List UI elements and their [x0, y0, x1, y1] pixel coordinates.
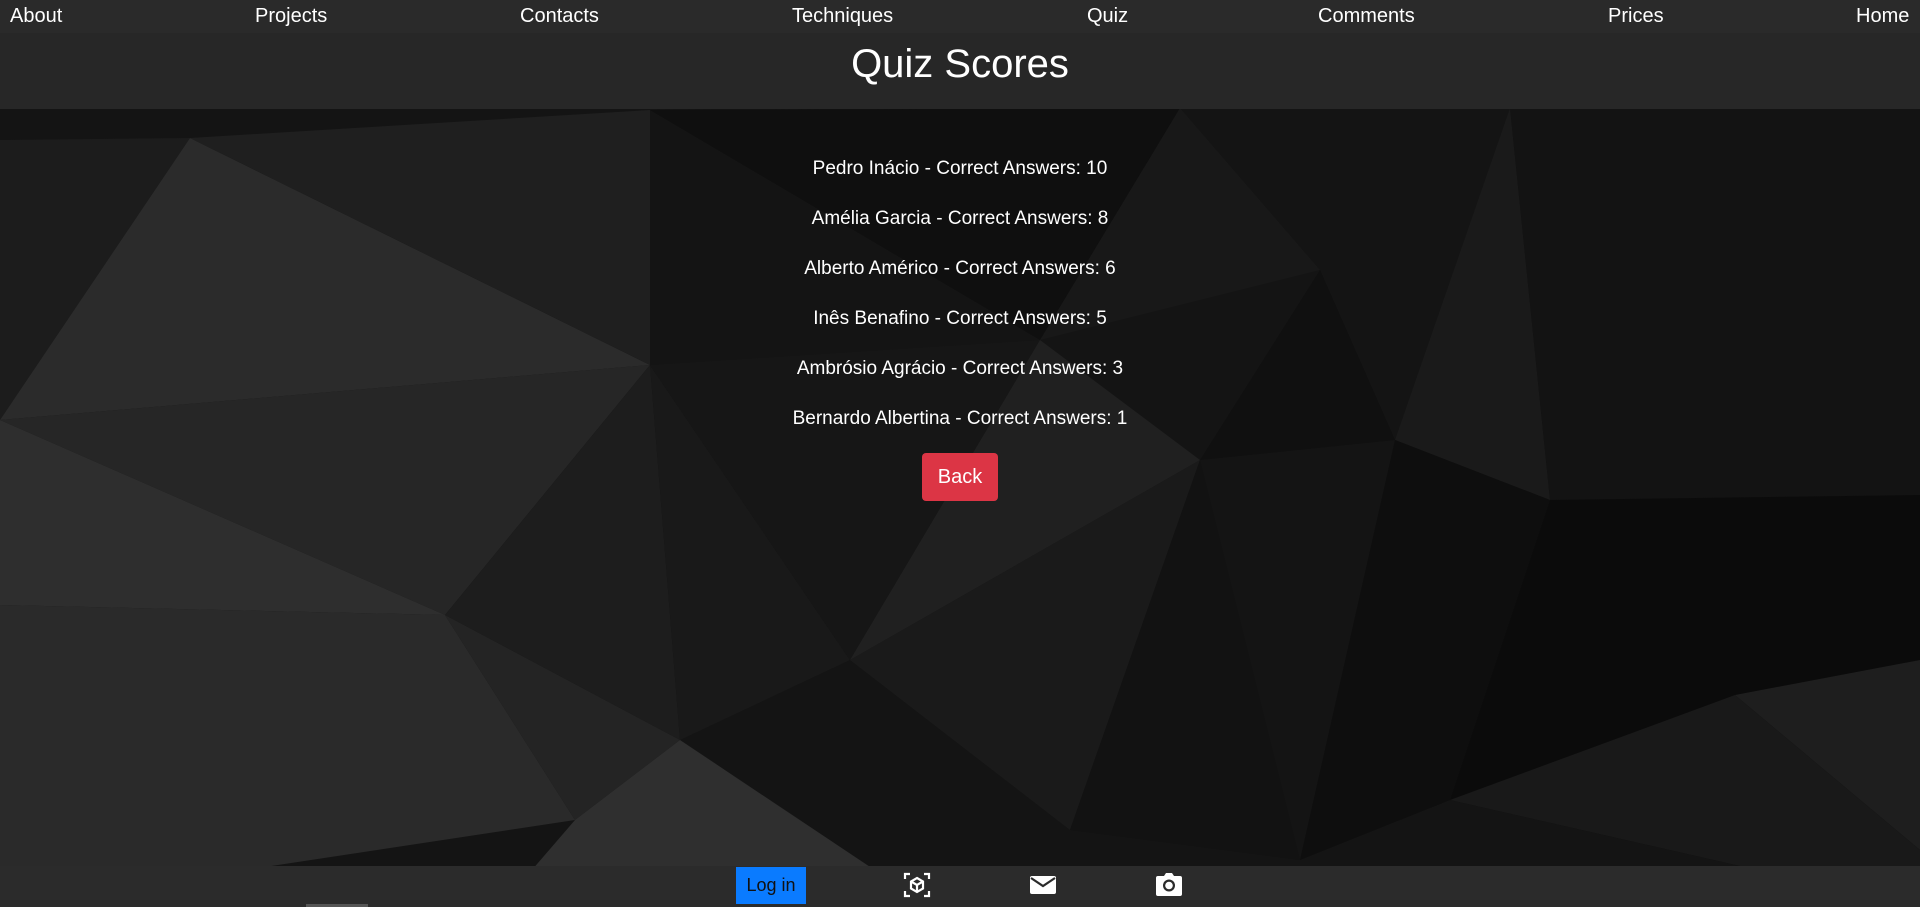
- nav-techniques[interactable]: Techniques: [792, 0, 893, 33]
- score-list: Pedro Inácio - Correct Answers: 10 Améli…: [0, 148, 1920, 448]
- back-button[interactable]: Back: [922, 453, 998, 501]
- mail-icon[interactable]: [1028, 871, 1058, 899]
- nav-comments[interactable]: Comments: [1318, 0, 1415, 33]
- score-item: Inês Benafino - Correct Answers: 5: [813, 308, 1107, 329]
- score-item: Amélia Garcia - Correct Answers: 8: [811, 208, 1109, 229]
- camera-icon[interactable]: [1154, 871, 1184, 899]
- nav-projects[interactable]: Projects: [255, 0, 327, 33]
- score-item: Bernardo Albertina - Correct Answers: 1: [792, 408, 1128, 429]
- nav-contacts[interactable]: Contacts: [520, 0, 599, 33]
- footer: Log in: [0, 866, 1920, 907]
- login-button[interactable]: Log in: [736, 867, 806, 904]
- page: About Projects Contacts Techniques Quiz …: [0, 0, 1920, 907]
- page-header: Quiz Scores: [0, 33, 1920, 109]
- score-item: Pedro Inácio - Correct Answers: 10: [812, 158, 1108, 179]
- nav-home[interactable]: Home: [1856, 0, 1909, 33]
- nav-about[interactable]: About: [10, 0, 62, 33]
- cube-icon[interactable]: [902, 871, 932, 899]
- nav-prices[interactable]: Prices: [1608, 0, 1664, 33]
- top-nav: About Projects Contacts Techniques Quiz …: [0, 0, 1920, 33]
- score-item: Ambrósio Agrácio - Correct Answers: 3: [796, 358, 1124, 379]
- nav-quiz[interactable]: Quiz: [1087, 0, 1128, 33]
- score-item: Alberto Américo - Correct Answers: 6: [804, 258, 1116, 279]
- page-title: Quiz Scores: [851, 42, 1069, 86]
